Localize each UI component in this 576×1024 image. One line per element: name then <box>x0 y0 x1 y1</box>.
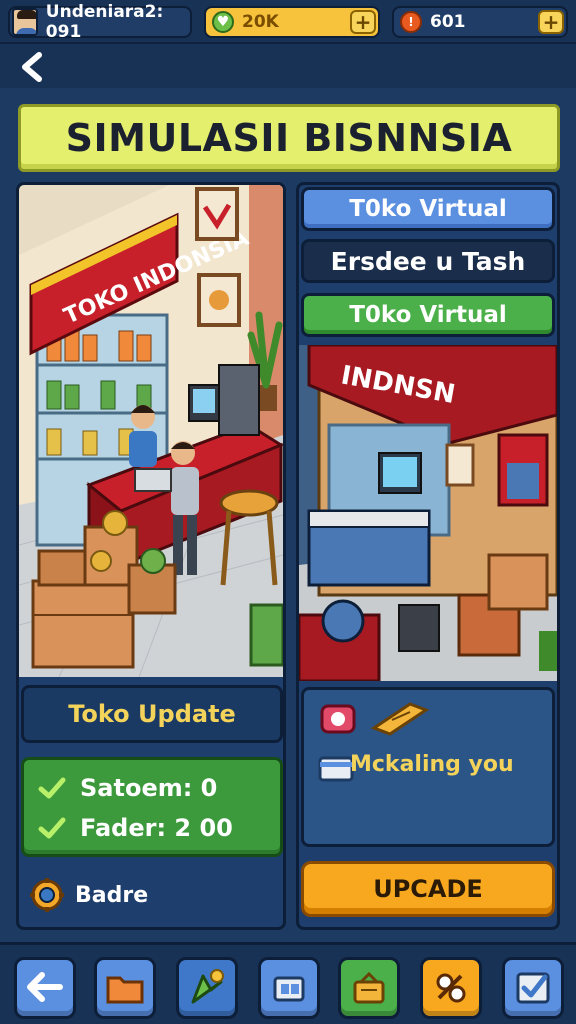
nav-shop-button[interactable] <box>338 957 400 1019</box>
page-title: SIMULASII BISNNSIA <box>18 104 560 172</box>
coin-value: 601 <box>430 12 466 32</box>
bottom-nav <box>0 942 576 1024</box>
checkmark-icon <box>38 777 66 799</box>
back-row <box>0 44 576 88</box>
tab-store-label[interactable]: Ersdee u Tash <box>301 239 555 283</box>
nav-map-button[interactable] <box>176 957 238 1019</box>
tab-virtual-store-active[interactable]: T0ko Virtual <box>301 293 555 337</box>
top-bar: Undeniara2: 091 ♥ 20K + ! 601 + <box>0 0 576 44</box>
badge-row[interactable]: Badre <box>29 877 148 913</box>
shop-basket-icon <box>353 971 385 1004</box>
stats-box: Satoem: 0 Fader: 2 00 <box>21 757 283 857</box>
stat-label: Fader: 2 00 <box>80 814 233 842</box>
folder-icon <box>106 976 144 1004</box>
info-text: Mckaling you <box>350 752 514 777</box>
ticket-icon <box>370 702 430 736</box>
player-profile[interactable]: Undeniara2: 091 <box>8 2 192 42</box>
gem-icon: ♥ <box>212 11 234 33</box>
gear-icon <box>30 878 64 912</box>
back-button[interactable] <box>14 50 50 84</box>
store-illustration: TOKO INDONSIA <box>19 185 283 677</box>
nav-back-button[interactable] <box>14 957 76 1019</box>
checklist-icon <box>516 972 550 1004</box>
current-store-panel: TOKO INDONSIA Toko Update Satoem: 0 Fade… <box>16 182 286 930</box>
player-name: Undeniara2: 091 <box>45 2 164 42</box>
player-avatar[interactable] <box>12 8 38 36</box>
coin-icon: ! <box>400 11 422 33</box>
nav-inventory-button[interactable] <box>258 957 320 1019</box>
badge-label: Badre <box>75 882 149 908</box>
chevron-left-icon <box>22 52 42 82</box>
tab-virtual-store[interactable]: T0ko Virtual <box>301 187 555 231</box>
nav-partners-button[interactable] <box>420 957 482 1019</box>
stat-row: Satoem: 0 <box>38 774 217 802</box>
nav-tasks-button[interactable] <box>502 957 564 1019</box>
stat-label: Satoem: 0 <box>80 774 218 802</box>
coin-currency: ! 601 + <box>392 6 568 38</box>
store-status-label: Toko Update <box>21 685 283 743</box>
gift-box-icon <box>320 704 356 734</box>
add-gems-button[interactable]: + <box>350 10 376 34</box>
info-box: Mckaling you <box>301 687 555 847</box>
virtual-store-illustration: INDNSN <box>299 345 557 681</box>
add-coins-button[interactable]: + <box>538 10 564 34</box>
nav-folder-button[interactable] <box>94 957 156 1019</box>
inventory-icon <box>273 976 305 1002</box>
handshake-icon <box>436 973 466 1003</box>
gem-currency: ♥ 20K + <box>204 6 380 38</box>
checkmark-icon <box>38 817 66 839</box>
gem-value: 20K <box>242 12 279 32</box>
map-marker-icon <box>191 969 224 1004</box>
back-arrow-icon <box>27 972 63 1002</box>
stat-row: Fader: 2 00 <box>38 814 233 842</box>
upgrade-button[interactable]: UPCADE <box>301 861 555 917</box>
virtual-store-panel: T0ko Virtual Ersdee u Tash T0ko Virtual … <box>296 182 560 930</box>
